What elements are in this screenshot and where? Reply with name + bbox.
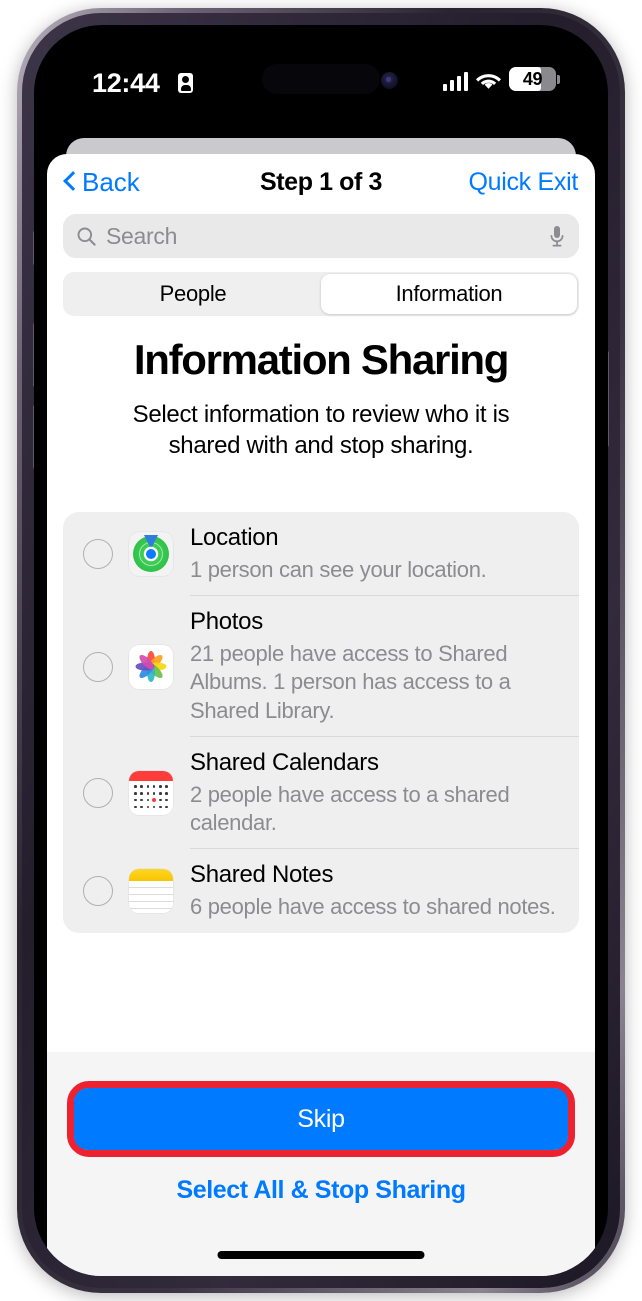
list-item-detail: 6 people have access to shared notes. (190, 893, 556, 919)
navigation-bar: Back Step 1 of 3 Quick Exit (47, 154, 595, 210)
info-list-card: Location 1 person can see your location. (63, 512, 579, 933)
list-item-text: Shared Notes 6 people have access to sha… (190, 849, 579, 933)
search-input[interactable]: Search (106, 223, 539, 250)
list-item-title: Location (190, 524, 279, 552)
info-list-section: Location 1 person can see your location. (47, 512, 595, 933)
list-item-text: Shared Calendars 2 people have access to… (190, 737, 579, 849)
radio-button-location[interactable] (83, 539, 113, 570)
battery-nub (557, 75, 560, 84)
list-item-detail: 2 people have access to a shared calenda… (190, 781, 510, 835)
safety-check-sheet: Back Step 1 of 3 Quick Exit Search Peopl… (47, 154, 595, 1276)
radio-button-shared-notes[interactable] (83, 875, 113, 906)
list-item-detail: 21 people have access to Shared Albums. … (190, 641, 511, 723)
phone-frame-inner: 12:44 49 Back Step 1 of 3 Quick Exit Sea… (22, 13, 620, 1288)
skip-button[interactable]: Skip (74, 1088, 568, 1150)
phone-frame: 12:44 49 Back Step 1 of 3 Quick Exit Sea… (17, 8, 625, 1293)
list-item-title: Shared Notes (190, 860, 334, 888)
microphone-icon[interactable] (549, 225, 565, 248)
wifi-icon (476, 72, 501, 91)
select-all-stop-sharing-button[interactable]: Select All & Stop Sharing (47, 1176, 595, 1205)
notes-icon (129, 868, 173, 913)
status-bar-clock: 12:44 (92, 68, 160, 98)
list-item[interactable]: Photos 21 people have access to Shared A… (63, 596, 579, 738)
radio-button-shared-calendars[interactable] (83, 777, 113, 808)
photos-icon (129, 644, 173, 689)
cellular-signal-icon (442, 72, 468, 91)
list-item-title: Shared Calendars (190, 748, 379, 776)
tab-people[interactable]: People (65, 274, 321, 314)
phone-screen: 12:44 49 Back Step 1 of 3 Quick Exit Sea… (34, 25, 608, 1276)
list-item[interactable]: Location 1 person can see your location. (63, 512, 579, 597)
tab-information[interactable]: Information (321, 274, 577, 314)
page-title: Step 1 of 3 (259, 167, 383, 196)
search-icon (77, 227, 96, 246)
front-camera-icon (381, 72, 398, 89)
segmented-control: People Information (63, 272, 579, 316)
home-indicator[interactable] (217, 1251, 425, 1259)
screenshot-stage: 12:44 49 Back Step 1 of 3 Quick Exit Sea… (0, 0, 642, 1301)
status-bar: 12:44 49 (34, 25, 608, 113)
calendar-icon (129, 770, 173, 815)
battery-indicator: 49 (509, 67, 560, 91)
radio-button-photos[interactable] (83, 651, 113, 682)
status-bar-indicators: 49 (442, 65, 560, 91)
search-field[interactable]: Search (63, 214, 579, 258)
search-section: Search (47, 210, 595, 258)
section-subheading: Select information to review who it is s… (132, 401, 510, 460)
list-item-title: Photos (190, 608, 263, 636)
privacy-id-card-icon (178, 73, 193, 93)
section-heading: Information Sharing (133, 336, 510, 383)
list-item[interactable]: Shared Calendars 2 people have access to… (63, 737, 579, 849)
dynamic-island (262, 64, 380, 94)
footer-action-bar: Skip Select All & Stop Sharing (47, 1052, 595, 1276)
list-item-detail: 1 person can see your location. (190, 557, 487, 583)
list-item-text: Location 1 person can see your location. (190, 512, 579, 597)
battery-percent-label: 49 (522, 69, 543, 89)
list-item-text: Photos 21 people have access to Shared A… (190, 596, 579, 738)
tab-section: People Information (47, 258, 595, 316)
list-item[interactable]: Shared Notes 6 people have access to sha… (63, 849, 579, 933)
find-my-icon (129, 532, 173, 577)
